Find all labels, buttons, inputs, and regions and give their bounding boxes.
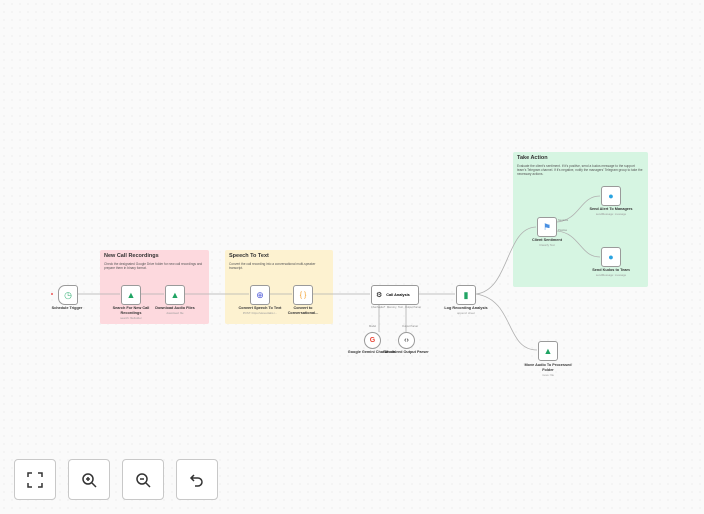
node-log-recording[interactable]: ▮: [456, 285, 476, 305]
telegram-icon: ●: [608, 191, 614, 201]
undo-icon: [189, 473, 203, 487]
node-label: Search For New Call Recordings: [112, 306, 150, 315]
globe-icon: ⊕: [256, 289, 264, 300]
node-label: Send Kudos to Team: [592, 268, 630, 272]
node-call-analysis[interactable]: ⚙ Call Analysis: [371, 285, 419, 305]
port-label: Model: [369, 325, 377, 328]
connections: [51, 195, 601, 351]
code-icon: { }: [299, 291, 307, 299]
undo-button[interactable]: [176, 459, 218, 500]
google-drive-icon: ▲: [126, 290, 136, 300]
node-label: Download Audio Files: [155, 306, 195, 310]
node-send-alert[interactable]: ●: [601, 186, 621, 206]
node-structured-parser[interactable]: ‹›: [398, 332, 415, 349]
port-output-parser[interactable]: Output Parser: [405, 306, 421, 309]
output-negative[interactable]: Negative: [558, 219, 568, 222]
node-subtitle: append: sheet: [457, 311, 475, 315]
node-label: Send Alert To Managers: [589, 207, 633, 211]
fit-view-button[interactable]: [14, 459, 56, 500]
clock-icon: ◷: [64, 289, 72, 300]
port-tool[interactable]: Tool: [398, 306, 403, 309]
node-label: Structured Output Parser: [383, 350, 429, 354]
node-send-kudos[interactable]: ●: [601, 247, 621, 267]
google-drive-icon: ▲: [170, 290, 180, 300]
node-label: Convert to Conversational...: [287, 306, 319, 315]
zoom-out-icon: [136, 472, 151, 488]
fit-view-icon: [27, 471, 43, 488]
node-client-sentiment[interactable]: ⚑: [537, 217, 557, 237]
node-label: Call Analysis: [386, 293, 410, 297]
node-label: Client Sentiment: [532, 238, 562, 242]
node-gemini-model[interactable]: G: [364, 332, 381, 349]
output-positive[interactable]: Positive: [558, 229, 567, 232]
node-subtitle: search: fileFolder: [120, 316, 142, 320]
node-subtitle: download: file: [166, 311, 184, 315]
node-schedule-trigger[interactable]: ◷: [58, 285, 78, 305]
node-convert-speech[interactable]: ⊕: [250, 285, 270, 305]
google-drive-icon: ▲: [543, 346, 553, 356]
node-subtitle: sendMessage: message: [595, 212, 627, 216]
sign-icon: ⚑: [542, 221, 552, 232]
robot-icon: ⚙: [376, 292, 383, 299]
telegram-icon: ●: [608, 252, 614, 262]
google-icon: G: [369, 337, 376, 344]
node-move-audio[interactable]: ▲: [538, 341, 558, 361]
port-chat-model[interactable]: Chat Model*: [371, 306, 385, 309]
node-search-recordings[interactable]: ▲: [121, 285, 141, 305]
node-convert-conversational[interactable]: { }: [293, 285, 313, 305]
port-memory[interactable]: Memory: [387, 306, 396, 309]
node-label: Log Recording Analysis: [444, 306, 488, 310]
zoom-in-icon: [82, 472, 97, 488]
node-subtitle: Classify Text: [539, 243, 555, 247]
node-subtitle: move: file: [542, 373, 554, 377]
port-label: Output Parser: [402, 325, 419, 328]
node-download-audio[interactable]: ▲: [165, 285, 185, 305]
zoom-in-button[interactable]: [68, 459, 110, 500]
node-label: Schedule Trigger: [51, 306, 83, 310]
braces-icon: ‹›: [404, 337, 409, 344]
node-label: Move Audio To Processed Folder: [524, 363, 572, 372]
node-subtitle: sendMessage: message: [595, 273, 627, 277]
google-sheets-icon: ▮: [463, 289, 469, 300]
zoom-out-button[interactable]: [122, 459, 164, 500]
